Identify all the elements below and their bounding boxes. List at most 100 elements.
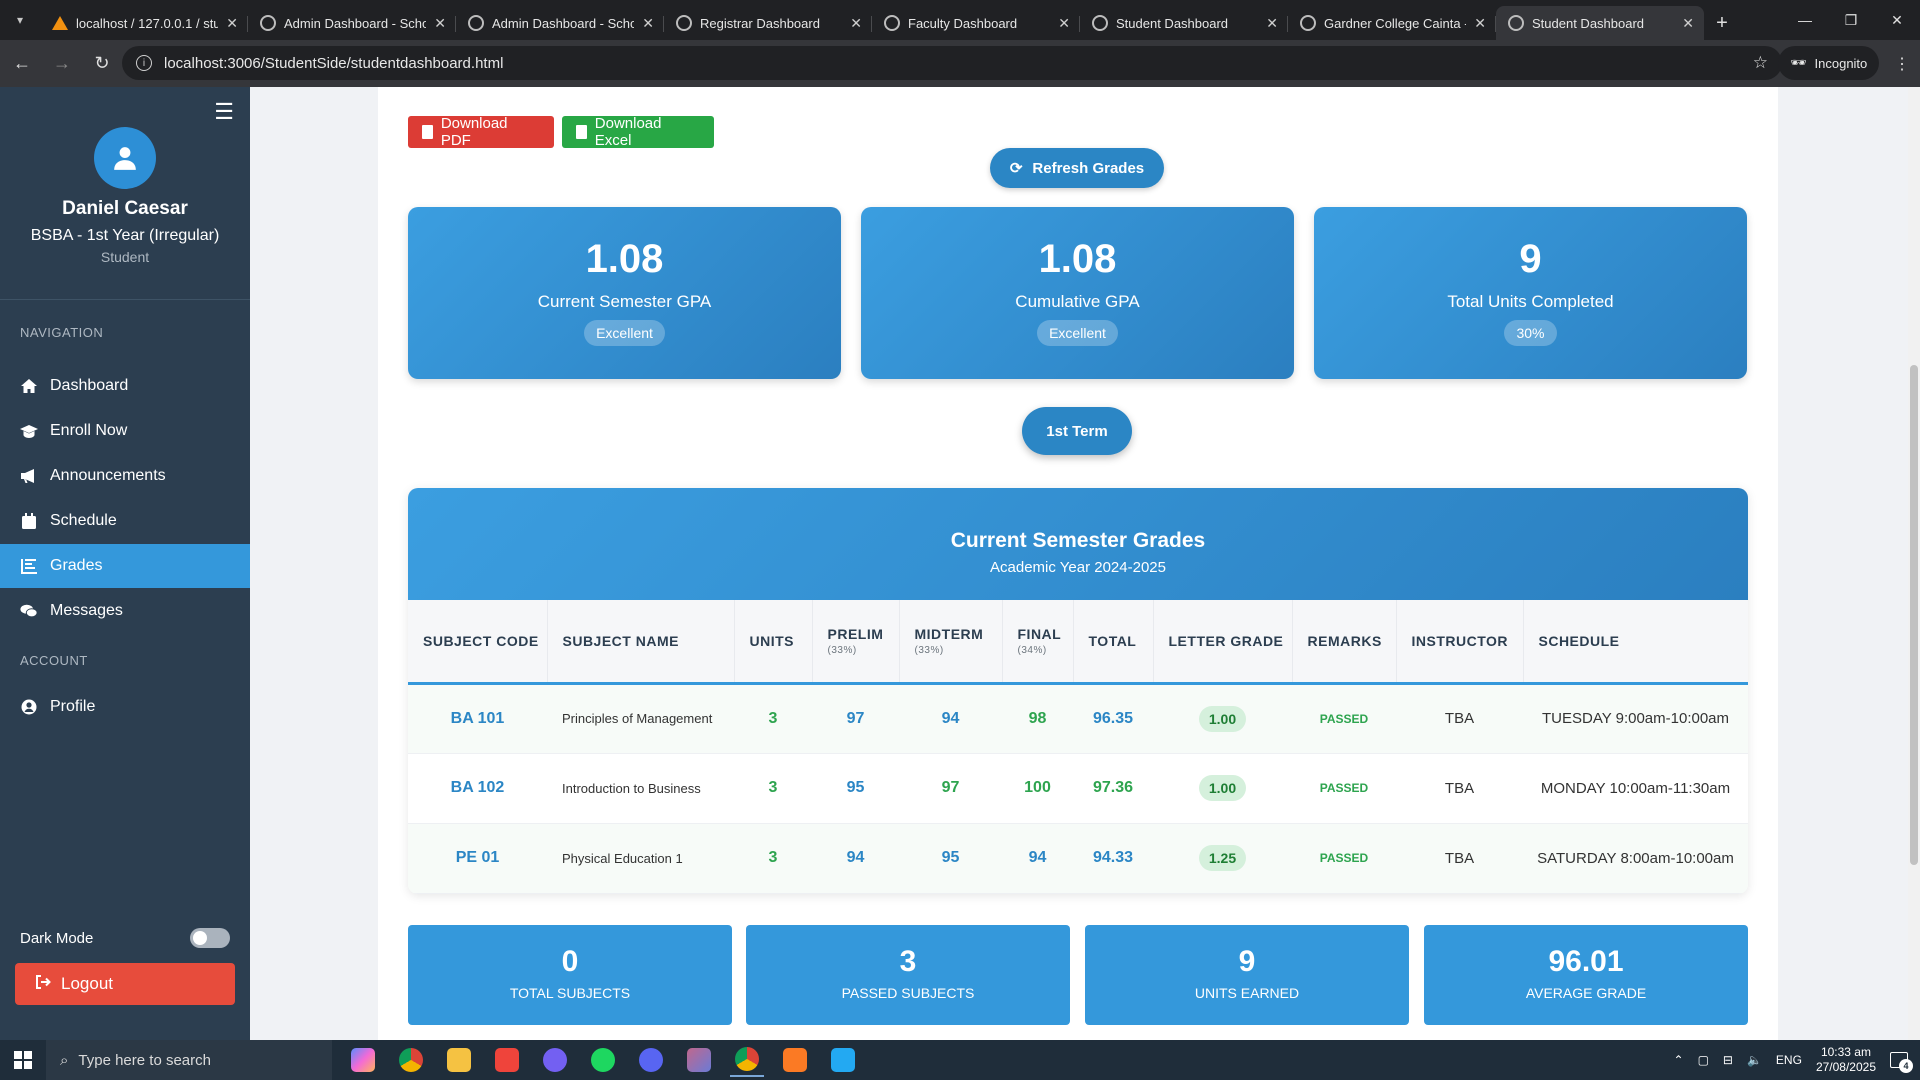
windows-start-icon[interactable] bbox=[0, 1040, 46, 1080]
refresh-icon: ⟳ bbox=[1009, 160, 1023, 177]
summary-value: 0 bbox=[561, 945, 579, 978]
chevron-up-icon[interactable]: ⌃ bbox=[1674, 1053, 1684, 1067]
scrollbar-thumb[interactable] bbox=[1910, 365, 1918, 865]
summary-label: UNITS EARNED bbox=[1194, 985, 1300, 1001]
sidebar: ☰ Daniel Caesar BSBA - 1st Year (Irregul… bbox=[0, 87, 250, 1040]
browser-menu-icon[interactable]: ⋮ bbox=[1894, 54, 1910, 74]
tab-title: Admin Dashboard - Scho bbox=[284, 15, 427, 31]
summary-total-subjects: 0 TOTAL SUBJECTS bbox=[408, 925, 732, 1025]
sidebar-item-enroll[interactable]: Enroll Now bbox=[0, 409, 250, 453]
page-scrollbar[interactable] bbox=[1908, 87, 1920, 1040]
term-selector-button[interactable]: 1st Term bbox=[1022, 407, 1132, 455]
user-name: Daniel Caesar bbox=[62, 198, 188, 219]
close-tab-icon[interactable]: ✕ bbox=[642, 15, 654, 32]
close-tab-icon[interactable]: ✕ bbox=[1474, 15, 1486, 32]
bookmark-star-icon[interactable]: ☆ bbox=[1753, 53, 1768, 73]
cell-name: Principles of Management bbox=[547, 683, 734, 754]
cell-letter: 1.25 bbox=[1153, 823, 1292, 894]
tab-title: Registrar Dashboard bbox=[700, 15, 820, 31]
incognito-label: Incognito bbox=[1814, 55, 1868, 71]
user-program: BSBA - 1st Year (Irregular) bbox=[30, 227, 220, 244]
sidebar-item-label: Messages bbox=[50, 602, 123, 619]
language-indicator[interactable]: ENG bbox=[1776, 1053, 1802, 1067]
vscode-icon[interactable] bbox=[826, 1043, 860, 1077]
browser-tab[interactable]: localhost / 127.0.0.1 / stu ✕ bbox=[40, 6, 248, 40]
notification-count: 4 bbox=[1899, 1059, 1913, 1073]
cell-units: 3 bbox=[734, 683, 812, 754]
summary-units-earned: 9 UNITS EARNED bbox=[1085, 925, 1409, 1025]
sidebar-item-schedule[interactable]: Schedule bbox=[0, 499, 250, 543]
close-window-icon[interactable]: ✕ bbox=[1874, 0, 1920, 40]
xampp-icon[interactable] bbox=[778, 1043, 812, 1077]
cell-schedule: MONDAY 10:00am-11:30am bbox=[1523, 753, 1748, 824]
viber-icon[interactable] bbox=[538, 1043, 572, 1077]
close-tab-icon[interactable]: ✕ bbox=[1058, 15, 1070, 32]
forward-icon[interactable]: → bbox=[44, 46, 80, 82]
cell-schedule: TUESDAY 9:00am-10:00am bbox=[1523, 683, 1748, 754]
incognito-badge[interactable]: 🕶 Incognito bbox=[1778, 46, 1880, 80]
stat-badge: Excellent bbox=[1037, 320, 1118, 346]
sidebar-item-grades[interactable]: Grades bbox=[0, 544, 250, 588]
back-icon[interactable]: ← bbox=[4, 46, 40, 82]
sidebar-item-dashboard[interactable]: Dashboard bbox=[0, 364, 250, 408]
stat-card-units-completed: 9 Total Units Completed 30% bbox=[1314, 207, 1747, 379]
browser-tab-active[interactable]: Student Dashboard ✕ bbox=[1496, 6, 1704, 40]
cell-prelim: 95 bbox=[812, 753, 899, 824]
copilot-icon[interactable] bbox=[346, 1043, 380, 1077]
close-tab-icon[interactable]: ✕ bbox=[434, 15, 446, 32]
browser-tab[interactable]: Admin Dashboard - Scho ✕ bbox=[248, 6, 456, 40]
photos-icon[interactable] bbox=[682, 1043, 716, 1077]
tab-title: localhost / 127.0.0.1 / stu bbox=[76, 15, 219, 31]
download-excel-label: Download Excel bbox=[594, 115, 662, 149]
new-tab-icon[interactable]: + bbox=[1704, 6, 1740, 40]
stat-value: 1.08 bbox=[1038, 237, 1117, 281]
stat-card-current-gpa: 1.08 Current Semester GPA Excellent bbox=[408, 207, 841, 379]
browser-tab[interactable]: Admin Dashboard - Scho ✕ bbox=[456, 6, 664, 40]
browser-tab[interactable]: Faculty Dashboard ✕ bbox=[872, 6, 1080, 40]
clock[interactable]: 10:33 am 27/08/2025 bbox=[1816, 1045, 1876, 1075]
device-icon[interactable]: ▢ bbox=[1698, 1053, 1709, 1067]
spotify-icon[interactable] bbox=[586, 1043, 620, 1077]
download-pdf-button[interactable]: Download PDF bbox=[408, 115, 554, 149]
chrome-icon[interactable] bbox=[394, 1043, 428, 1077]
sidebar-item-messages[interactable]: Messages bbox=[0, 589, 250, 633]
close-tab-icon[interactable]: ✕ bbox=[1266, 15, 1278, 32]
avatar bbox=[94, 127, 156, 189]
grades-table: SUBJECT CODE SUBJECT NAME UNITS PRELIM (3… bbox=[408, 600, 1748, 894]
restore-icon[interactable]: ❐ bbox=[1828, 0, 1874, 40]
sidebar-item-announcements[interactable]: Announcements bbox=[0, 454, 250, 498]
close-tab-icon[interactable]: ✕ bbox=[850, 15, 862, 32]
col-units: UNITS bbox=[734, 600, 813, 685]
dark-mode-toggle[interactable] bbox=[190, 928, 230, 948]
volume-icon[interactable]: 🔈 bbox=[1747, 1053, 1762, 1067]
anydesk-icon[interactable] bbox=[490, 1043, 524, 1077]
logout-button[interactable]: Logout bbox=[15, 963, 235, 1005]
cell-total: 94.33 bbox=[1073, 823, 1153, 894]
browser-tab[interactable]: Student Dashboard ✕ bbox=[1080, 6, 1288, 40]
download-excel-button[interactable]: Download Excel bbox=[562, 115, 714, 149]
close-tab-icon[interactable]: ✕ bbox=[1682, 15, 1694, 32]
discord-icon[interactable] bbox=[634, 1043, 668, 1077]
site-info-icon[interactable]: i bbox=[136, 55, 152, 71]
hamburger-menu-icon[interactable]: ☰ bbox=[214, 99, 234, 125]
table-row: PE 01 Physical Education 1 3 94 95 94 94… bbox=[408, 823, 1748, 894]
col-remarks: REMARKS bbox=[1292, 600, 1397, 685]
col-subject-code: SUBJECT CODE bbox=[408, 600, 548, 685]
browser-tab[interactable]: Gardner College Cainta - ✕ bbox=[1288, 6, 1496, 40]
sidebar-item-profile[interactable]: Profile bbox=[0, 685, 250, 729]
chrome-incognito-icon[interactable] bbox=[730, 1043, 764, 1077]
minimize-icon[interactable]: — bbox=[1782, 0, 1828, 40]
refresh-grades-button[interactable]: ⟳ Refresh Grades bbox=[990, 148, 1164, 188]
table-row: BA 101 Principles of Management 3 97 94 … bbox=[408, 683, 1748, 754]
browser-tab[interactable]: Registrar Dashboard ✕ bbox=[664, 6, 872, 40]
stat-label: Cumulative GPA bbox=[1015, 292, 1140, 311]
url-field[interactable]: i localhost:3006/StudentSide/studentdash… bbox=[122, 46, 1782, 80]
close-tab-icon[interactable]: ✕ bbox=[226, 15, 238, 32]
network-icon[interactable]: ⊟ bbox=[1723, 1053, 1733, 1067]
file-explorer-icon[interactable] bbox=[442, 1043, 476, 1077]
notification-icon[interactable]: 4 bbox=[1890, 1052, 1913, 1073]
taskbar-search-input[interactable]: ⌕ Type here to search bbox=[46, 1040, 332, 1080]
reload-icon[interactable]: ↻ bbox=[84, 46, 120, 82]
cell-name: Introduction to Business bbox=[547, 753, 734, 824]
tab-search-dropdown-icon[interactable]: ▾ bbox=[0, 0, 40, 40]
